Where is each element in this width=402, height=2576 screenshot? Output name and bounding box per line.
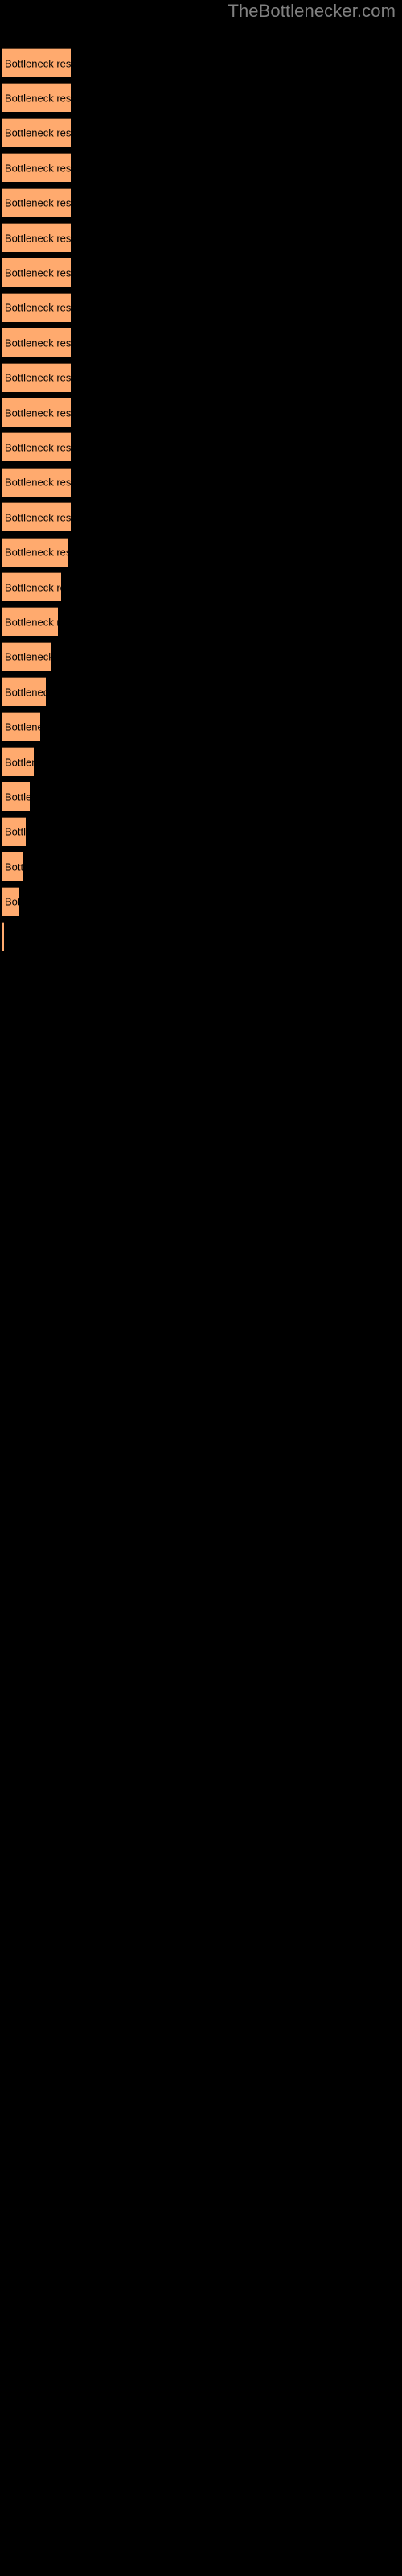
bar-label: Bottleneck result [5,92,71,105]
bottleneck-bar[interactable]: Bottleneck result [2,188,71,217]
bottleneck-bar[interactable]: Bottleneck result [2,642,51,671]
bottleneck-bar[interactable]: Bottleneck result [2,677,46,707]
bar-label: Bottleneck result [5,162,71,175]
bottleneck-bar[interactable]: Bottleneck result [2,223,71,252]
bar-label: Bottleneck result [5,196,71,209]
bottleneck-bar[interactable]: Bottleneck result [2,328,71,357]
bottleneck-bar[interactable]: Bottleneck result [2,48,71,77]
bottleneck-bar[interactable]: Bottleneck result [2,432,71,462]
bar-series: Bottleneck result Bottleneck result Bottle… [0,0,402,2576]
bottleneck-bar[interactable]: Bottleneck result [2,83,71,113]
bar-label: Bottleneck result [5,126,71,139]
bar-label: Bottleneck result [5,371,71,384]
bottleneck-bar[interactable]: Bottleneck result [2,607,58,637]
bottleneck-bar[interactable]: Bottleneck result [2,816,26,846]
bar-label: Bottleneck result [5,57,71,69]
bar-label: Bottleneck result [5,825,26,838]
bar-label: Bottleneck result [5,441,71,454]
bottleneck-bar[interactable]: Bottleneck result [2,502,71,532]
bar-label: Bottleneck result [5,791,30,803]
bottleneck-bar[interactable]: Bottleneck result [2,467,71,497]
bottleneck-bar[interactable]: Bottleneck result [2,747,34,776]
bar-label: Bottleneck result [5,581,61,593]
bottleneck-bar[interactable]: Bottleneck result [2,292,71,322]
bar-label: Bottleneck result [5,407,71,419]
bottleneck-bar[interactable]: Bottleneck result [2,712,40,741]
bar-label: Bottleneck result [5,476,71,489]
bottleneck-bar[interactable]: Bottleneck result [2,782,30,811]
bar-label: Bottleneck result [5,232,71,244]
bottleneck-bar[interactable]: Bottleneck result [2,153,71,183]
bottleneck-bar[interactable]: Bottleneck result [2,537,68,567]
bottleneck-bar[interactable]: Bottleneck result [2,852,23,881]
bar-label: Bottleneck result [5,720,40,733]
bar-label: Bottleneck result [5,650,51,663]
bottleneck-bar[interactable]: Bottleneck result [2,118,71,147]
bar-label: Bottleneck result [5,895,19,908]
bar-label: Bottleneck result [5,686,46,699]
bar-label: Bottleneck result [5,546,68,559]
bar-label: Bottleneck result [5,266,71,279]
bar-label: Bottleneck result [5,756,34,768]
bottleneck-bar[interactable]: Bottleneck result [2,572,61,601]
bar-label: Bottleneck result [5,511,71,524]
bottleneck-chart: TheBottlenecker.com Bottleneck resultBot… [0,0,402,2576]
bottleneck-bar[interactable]: Bottleneck result [2,886,19,916]
bottleneck-bar[interactable]: Bottleneck result [2,362,71,392]
bottleneck-bar[interactable]: Bottleneck result [2,922,4,951]
bar-label: Bottleneck result [5,616,58,629]
bar-label: Bottleneck result [5,861,23,873]
bar-label: Bottleneck result [5,301,71,314]
bottleneck-bar[interactable]: Bottleneck result [2,398,71,427]
bottleneck-bar[interactable]: Bottleneck result [2,258,71,287]
bar-label: Bottleneck result [5,336,71,349]
